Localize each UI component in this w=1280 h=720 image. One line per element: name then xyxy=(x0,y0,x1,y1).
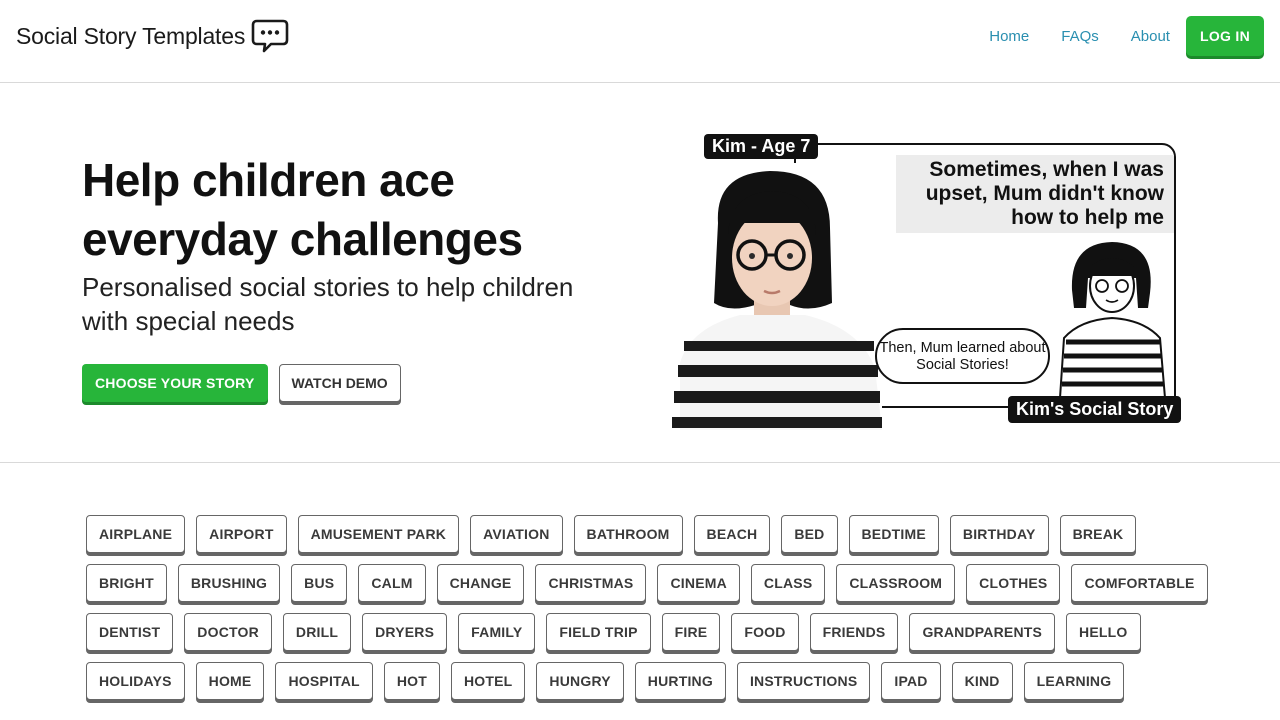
topic-tag[interactable]: CLOTHES xyxy=(966,564,1061,602)
topic-tag[interactable]: BREAK xyxy=(1059,515,1137,553)
topic-tag[interactable]: DENTIST xyxy=(86,613,174,651)
topic-tag[interactable]: LEARNING xyxy=(1023,662,1125,700)
topic-tag[interactable]: HUNGRY xyxy=(536,662,624,700)
topic-tag[interactable]: CHRISTMAS xyxy=(535,564,647,602)
topic-tag[interactable]: HELLO xyxy=(1066,613,1141,651)
brand-logo[interactable]: Social Story Templates xyxy=(16,18,289,54)
hero-section: Help children ace everyday challenges Pe… xyxy=(0,83,1280,463)
topic-tag[interactable]: HOSPITAL xyxy=(275,662,373,700)
main-nav: Home FAQs About LOG IN xyxy=(989,16,1264,56)
topic-tag[interactable]: CLASSROOM xyxy=(836,564,956,602)
topic-tag[interactable]: AVIATION xyxy=(470,515,563,553)
topic-tag[interactable]: BIRTHDAY xyxy=(949,515,1049,553)
topic-tag[interactable]: BRIGHT xyxy=(86,564,167,602)
watch-demo-button[interactable]: WATCH DEMO xyxy=(278,364,401,402)
speech-caption: Sometimes, when I was upset, Mum didn't … xyxy=(896,155,1174,233)
topic-tag[interactable]: DOCTOR xyxy=(184,613,272,651)
name-tag: Kim - Age 7 xyxy=(704,134,819,159)
story-topics: AIRPLANE AIRPORT AMUSEMENT PARK AVIATION… xyxy=(86,515,1208,711)
topic-tag[interactable]: BEACH xyxy=(693,515,771,553)
topic-tag[interactable]: DRILL xyxy=(282,613,352,651)
topic-row: BRIGHT BRUSHING BUS CALM CHANGE CHRISTMA… xyxy=(86,564,1208,603)
topic-tag[interactable]: CLASS xyxy=(750,564,826,602)
topic-tag[interactable]: CALM xyxy=(358,564,426,602)
topic-row: AIRPLANE AIRPORT AMUSEMENT PARK AVIATION… xyxy=(86,515,1196,554)
topic-tag[interactable]: FIELD TRIP xyxy=(546,613,651,651)
topic-tag[interactable]: FOOD xyxy=(731,613,799,651)
nav-about-link[interactable]: About xyxy=(1131,28,1170,45)
topic-tag[interactable]: FAMILY xyxy=(458,613,536,651)
topic-tag[interactable]: HURTING xyxy=(634,662,726,700)
nav-faqs-link[interactable]: FAQs xyxy=(1061,28,1099,45)
child-photo xyxy=(670,163,882,430)
topic-tag[interactable]: DRYERS xyxy=(362,613,448,651)
top-bar: Social Story Templates Home FAQs About L… xyxy=(0,0,1280,83)
topic-tag[interactable]: GRANDPARENTS xyxy=(909,613,1056,651)
topic-tag[interactable]: HOME xyxy=(195,662,265,700)
speech-caption-text: Sometimes, when I was upset, Mum didn't … xyxy=(925,158,1164,229)
topic-tag[interactable]: CHANGE xyxy=(436,564,525,602)
topic-tag[interactable]: HOTEL xyxy=(450,662,526,700)
topic-tag[interactable]: BED xyxy=(781,515,838,553)
topic-tag[interactable]: COMFORTABLE xyxy=(1071,564,1208,602)
topic-tag[interactable]: INSTRUCTIONS xyxy=(736,662,871,700)
topic-tag[interactable]: BEDTIME xyxy=(848,515,939,553)
topic-tag[interactable]: KIND xyxy=(951,662,1013,700)
story-tag: Kim's Social Story xyxy=(1008,396,1182,423)
topic-row: HOLIDAYS HOME HOSPITAL HOT HOTEL HUNGRY … xyxy=(86,662,1196,701)
topic-tag[interactable]: BATHROOM xyxy=(573,515,683,553)
topic-row: DENTIST DOCTOR DRILL DRYERS FAMILY FIELD… xyxy=(86,613,1196,652)
topic-tag[interactable]: BUS xyxy=(291,564,348,602)
topic-tag[interactable]: HOT xyxy=(383,662,440,700)
topic-tag[interactable]: AMUSEMENT PARK xyxy=(297,515,460,553)
topic-tag[interactable]: AIRPLANE xyxy=(86,515,186,553)
speech-bubble-icon xyxy=(251,19,289,53)
hero-illustration: Kim - Age 7 Sometimes, when I was upset,… xyxy=(670,133,1192,430)
topic-tag[interactable]: HOLIDAYS xyxy=(86,662,185,700)
speech-bubble: Then, Mum learned about Social Stories! xyxy=(875,328,1050,384)
topic-tag[interactable]: AIRPORT xyxy=(196,515,287,553)
topic-tag[interactable]: IPAD xyxy=(881,662,941,700)
hero-title: Help children ace everyday challenges xyxy=(82,154,523,265)
topic-tag[interactable]: FIRE xyxy=(661,613,721,651)
topic-tag[interactable]: CINEMA xyxy=(657,564,740,602)
nav-home-link[interactable]: Home xyxy=(989,28,1029,45)
topic-tag[interactable]: FRIENDS xyxy=(809,613,899,651)
login-button[interactable]: LOG IN xyxy=(1185,16,1264,56)
hero-subtitle: Personalised social stories to help chil… xyxy=(82,272,574,336)
topic-tag[interactable]: BRUSHING xyxy=(177,564,281,602)
hero-actions: CHOOSE YOUR STORY WATCH DEMO xyxy=(82,364,401,402)
sketch-child xyxy=(1058,242,1167,398)
choose-story-button[interactable]: CHOOSE YOUR STORY xyxy=(82,364,268,402)
brand-name: Social Story Templates xyxy=(16,22,246,49)
